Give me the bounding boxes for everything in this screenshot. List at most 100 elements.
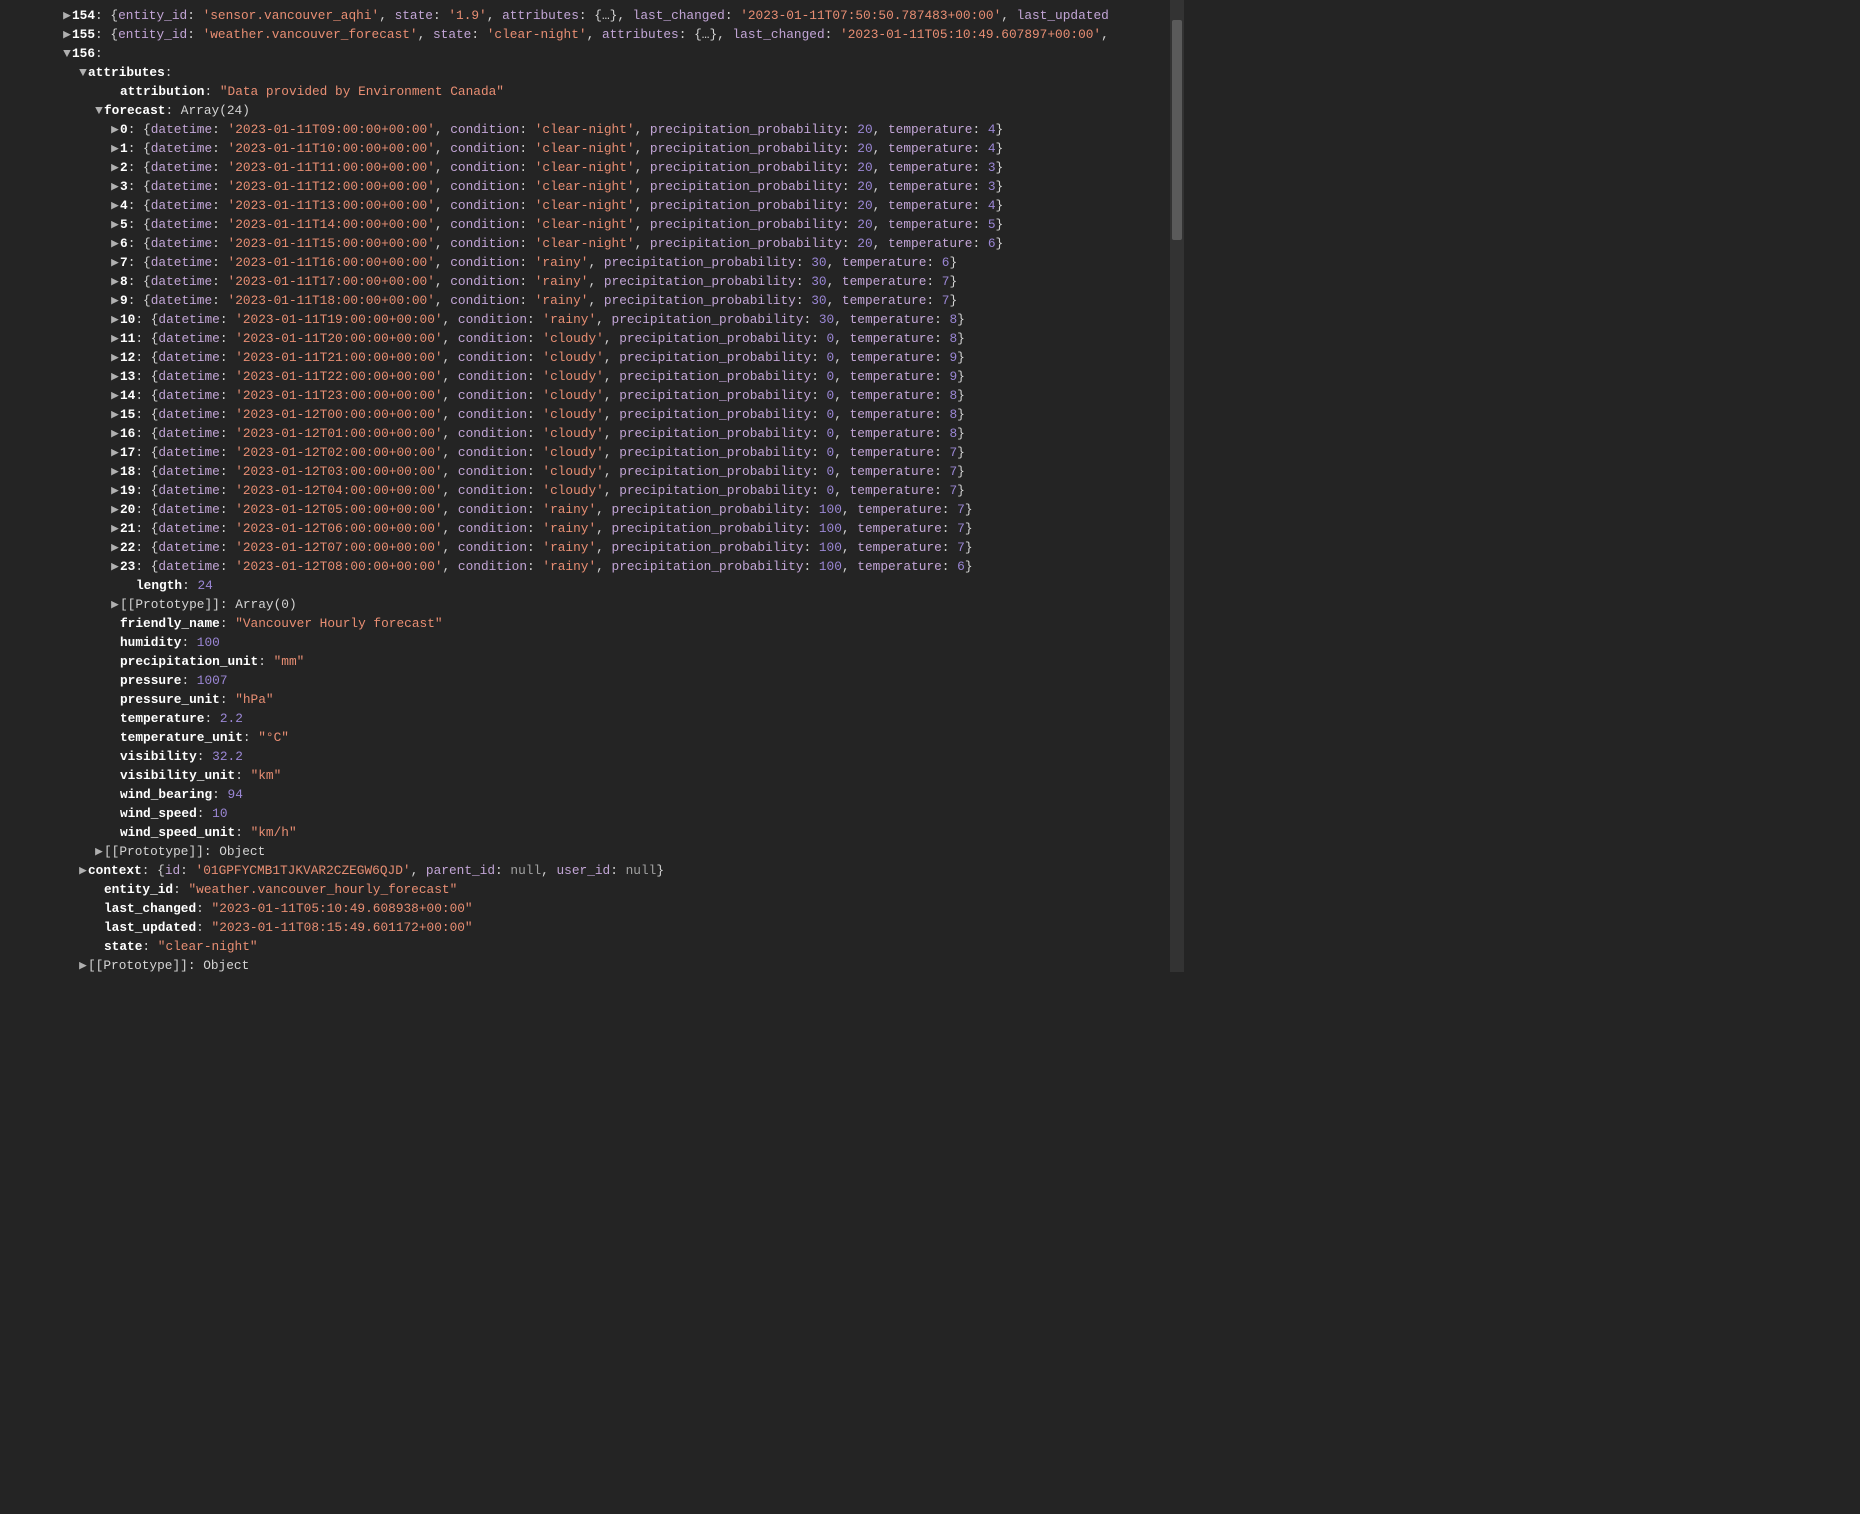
forecast-item-row[interactable]: ▶22: {datetime: '2023-01-12T07:00:00+00:… [0, 538, 1184, 557]
expand-arrow-icon[interactable]: ▶ [110, 557, 120, 576]
expand-arrow-icon[interactable]: ▶ [110, 367, 120, 386]
forecast-item-row[interactable]: ▶10: {datetime: '2023-01-11T19:00:00+00:… [0, 310, 1184, 329]
expand-arrow-icon[interactable]: ▶ [110, 481, 120, 500]
forecast-item-row[interactable]: ▶11: {datetime: '2023-01-11T20:00:00+00:… [0, 329, 1184, 348]
attribute-prop-row[interactable]: visibility: 32.2 [0, 747, 1184, 766]
expand-arrow-icon[interactable]: ▼ [78, 63, 88, 82]
expand-arrow-icon[interactable]: ▶ [110, 348, 120, 367]
forecast-item-row[interactable]: ▶20: {datetime: '2023-01-12T05:00:00+00:… [0, 500, 1184, 519]
collapsed-object-row[interactable]: ▶155: {entity_id: 'weather.vancouver_for… [0, 25, 1184, 44]
value-string: '2023-01-12T03:00:00+00:00' [235, 464, 442, 479]
expand-arrow-icon[interactable]: ▶ [110, 234, 120, 253]
key: temperature [888, 179, 972, 194]
forecast-item-row[interactable]: ▶13: {datetime: '2023-01-11T22:00:00+00:… [0, 367, 1184, 386]
forecast-item-row[interactable]: ▶4: {datetime: '2023-01-11T13:00:00+00:0… [0, 196, 1184, 215]
collapsed-object-row[interactable]: ▶154: {entity_id: 'sensor.vancouver_aqhi… [0, 6, 1184, 25]
tail-prop-row[interactable]: entity_id: "weather.vancouver_hourly_for… [0, 880, 1184, 899]
expand-arrow-icon[interactable]: ▶ [110, 500, 120, 519]
attribute-prop-row[interactable]: wind_speed_unit: "km/h" [0, 823, 1184, 842]
expanded-object-row[interactable]: ▼156: [0, 44, 1184, 63]
forecast-row[interactable]: ▼forecast: Array(24) [0, 101, 1184, 120]
forecast-item-row[interactable]: ▶9: {datetime: '2023-01-11T18:00:00+00:0… [0, 291, 1184, 310]
expand-arrow-icon[interactable]: ▶ [110, 196, 120, 215]
key: last_updated [1017, 8, 1109, 23]
forecast-item-row[interactable]: ▶23: {datetime: '2023-01-12T08:00:00+00:… [0, 557, 1184, 576]
prototype-row[interactable]: ▶[[Prototype]]: Array(0) [0, 595, 1184, 614]
expand-arrow-icon[interactable]: ▼ [62, 44, 72, 63]
expand-arrow-icon[interactable]: ▶ [110, 310, 120, 329]
expand-arrow-icon[interactable]: ▶ [110, 158, 120, 177]
forecast-item-row[interactable]: ▶6: {datetime: '2023-01-11T15:00:00+00:0… [0, 234, 1184, 253]
expand-arrow-icon[interactable]: ▶ [110, 253, 120, 272]
key: datetime [151, 236, 212, 251]
expand-arrow-icon[interactable]: ▶ [110, 139, 120, 158]
expand-arrow-icon[interactable]: ▶ [110, 462, 120, 481]
attribute-prop-row[interactable]: pressure: 1007 [0, 671, 1184, 690]
value-number: 100 [197, 635, 220, 650]
forecast-item-row[interactable]: ▶12: {datetime: '2023-01-11T21:00:00+00:… [0, 348, 1184, 367]
tail-prop-row[interactable]: state: "clear-night" [0, 937, 1184, 956]
forecast-item-row[interactable]: ▶18: {datetime: '2023-01-12T03:00:00+00:… [0, 462, 1184, 481]
value-string: "hPa" [235, 692, 273, 707]
tail-prop-row[interactable]: last_updated: "2023-01-11T08:15:49.60117… [0, 918, 1184, 937]
array-index: 17 [120, 445, 135, 460]
prototype-row[interactable]: ▶[[Prototype]]: Object [0, 842, 1184, 861]
expand-arrow-icon[interactable]: ▶ [94, 842, 104, 861]
expand-arrow-icon[interactable]: ▶ [62, 25, 72, 44]
expand-arrow-icon[interactable]: ▶ [110, 443, 120, 462]
expand-arrow-icon[interactable]: ▶ [78, 956, 88, 972]
key: temperature [888, 141, 972, 156]
forecast-item-row[interactable]: ▶15: {datetime: '2023-01-12T00:00:00+00:… [0, 405, 1184, 424]
expand-arrow-icon[interactable]: ▶ [110, 405, 120, 424]
expand-arrow-icon[interactable]: ▶ [110, 329, 120, 348]
expand-arrow-icon[interactable]: ▶ [110, 291, 120, 310]
key: entity_id [118, 8, 187, 23]
attribute-prop-row[interactable]: humidity: 100 [0, 633, 1184, 652]
attribute-prop-row[interactable]: pressure_unit: "hPa" [0, 690, 1184, 709]
forecast-length-row[interactable]: length: 24 [0, 576, 1184, 595]
tail-prop-row[interactable]: last_changed: "2023-01-11T05:10:49.60893… [0, 899, 1184, 918]
expand-arrow-icon[interactable]: ▶ [78, 861, 88, 880]
expand-arrow-icon[interactable]: ▶ [110, 538, 120, 557]
forecast-item-row[interactable]: ▶1: {datetime: '2023-01-11T10:00:00+00:0… [0, 139, 1184, 158]
vertical-scrollbar[interactable] [1170, 0, 1184, 972]
forecast-item-row[interactable]: ▶19: {datetime: '2023-01-12T04:00:00+00:… [0, 481, 1184, 500]
forecast-item-row[interactable]: ▶3: {datetime: '2023-01-11T12:00:00+00:0… [0, 177, 1184, 196]
attribute-prop-row[interactable]: wind_bearing: 94 [0, 785, 1184, 804]
expand-arrow-icon[interactable]: ▶ [62, 6, 72, 25]
value-string: 'rainy' [542, 559, 596, 574]
key: datetime [151, 160, 212, 175]
expand-arrow-icon[interactable]: ▼ [94, 101, 104, 120]
context-row[interactable]: ▶context: {id: '01GPFYCMB1TJKVAR2CZEGW6Q… [0, 861, 1184, 880]
forecast-item-row[interactable]: ▶0: {datetime: '2023-01-11T09:00:00+00:0… [0, 120, 1184, 139]
expand-arrow-icon[interactable]: ▶ [110, 272, 120, 291]
forecast-item-row[interactable]: ▶2: {datetime: '2023-01-11T11:00:00+00:0… [0, 158, 1184, 177]
scrollbar-thumb[interactable] [1172, 20, 1182, 240]
expand-arrow-icon[interactable]: ▶ [110, 595, 120, 614]
forecast-item-row[interactable]: ▶14: {datetime: '2023-01-11T23:00:00+00:… [0, 386, 1184, 405]
forecast-item-row[interactable]: ▶16: {datetime: '2023-01-12T01:00:00+00:… [0, 424, 1184, 443]
key: precipitation_probability [612, 502, 804, 517]
attribution-row[interactable]: attribution: "Data provided by Environme… [0, 82, 1184, 101]
forecast-item-row[interactable]: ▶8: {datetime: '2023-01-11T17:00:00+00:0… [0, 272, 1184, 291]
key: parent_id [426, 863, 495, 878]
attribute-prop-row[interactable]: friendly_name: "Vancouver Hourly forecas… [0, 614, 1184, 633]
expand-arrow-icon[interactable]: ▶ [110, 519, 120, 538]
attribute-prop-row[interactable]: precipitation_unit: "mm" [0, 652, 1184, 671]
attribute-prop-row[interactable]: wind_speed: 10 [0, 804, 1184, 823]
attributes-row[interactable]: ▼attributes: [0, 63, 1184, 82]
attribute-prop-row[interactable]: temperature: 2.2 [0, 709, 1184, 728]
prototype-row[interactable]: ▶[[Prototype]]: Object [0, 956, 1184, 972]
value-number: 7 [949, 445, 957, 460]
forecast-item-row[interactable]: ▶5: {datetime: '2023-01-11T14:00:00+00:0… [0, 215, 1184, 234]
forecast-item-row[interactable]: ▶7: {datetime: '2023-01-11T16:00:00+00:0… [0, 253, 1184, 272]
attribute-prop-row[interactable]: temperature_unit: "°C" [0, 728, 1184, 747]
forecast-item-row[interactable]: ▶17: {datetime: '2023-01-12T02:00:00+00:… [0, 443, 1184, 462]
expand-arrow-icon[interactable]: ▶ [110, 177, 120, 196]
attribute-prop-row[interactable]: visibility_unit: "km" [0, 766, 1184, 785]
expand-arrow-icon[interactable]: ▶ [110, 215, 120, 234]
forecast-item-row[interactable]: ▶21: {datetime: '2023-01-12T06:00:00+00:… [0, 519, 1184, 538]
expand-arrow-icon[interactable]: ▶ [110, 120, 120, 139]
expand-arrow-icon[interactable]: ▶ [110, 424, 120, 443]
expand-arrow-icon[interactable]: ▶ [110, 386, 120, 405]
